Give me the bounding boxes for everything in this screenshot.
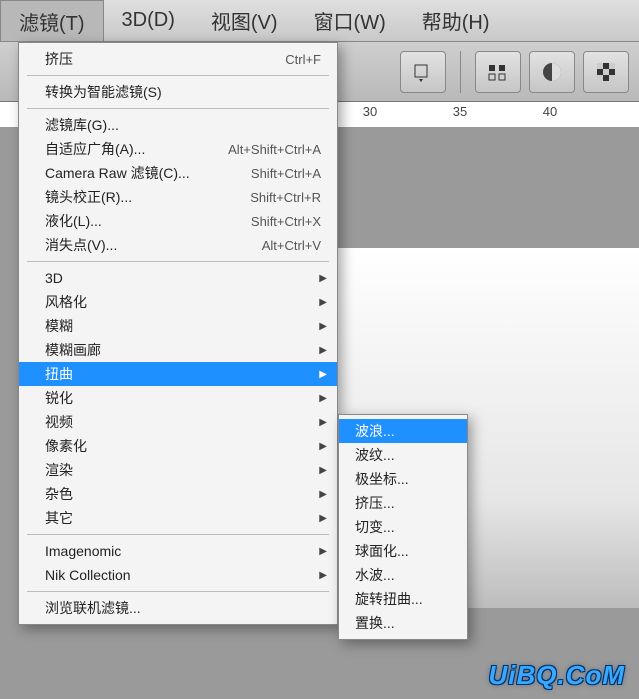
menu-3d[interactable]: 3D(D) [104,0,193,41]
menubar: 滤镜(T) 3D(D) 视图(V) 窗口(W) 帮助(H) [0,0,639,42]
toolbar-align-button[interactable] [475,51,521,93]
menu-item-vanishing-point[interactable]: 消失点(V)...Alt+Ctrl+V [19,233,337,257]
ruler-tick-label: 30 [363,104,377,119]
menu-item-liquify[interactable]: 液化(L)...Shift+Ctrl+X [19,209,337,233]
menu-item-blur[interactable]: 模糊 [19,314,337,338]
menu-item-render[interactable]: 渲染 [19,458,337,482]
mask-icon [595,61,617,83]
align-icon [487,62,509,82]
menu-item-adaptive-wide-angle[interactable]: 自适应广角(A)...Alt+Shift+Ctrl+A [19,137,337,161]
submenu-item-shear[interactable]: 切变... [339,515,467,539]
submenu-item-zigzag[interactable]: 水波... [339,563,467,587]
submenu-item-polar[interactable]: 极坐标... [339,467,467,491]
submenu-item-ripple[interactable]: 波纹... [339,443,467,467]
preset-dropdown-icon [413,62,433,82]
menu-item-camera-raw[interactable]: Camera Raw 滤镜(C)...Shift+Ctrl+A [19,161,337,185]
menu-window[interactable]: 窗口(W) [296,0,404,41]
menu-separator [27,591,329,592]
toolbar-adjustment-button[interactable] [529,51,575,93]
menu-item-sharpen[interactable]: 锐化 [19,386,337,410]
menu-item-filter-gallery[interactable]: 滤镜库(G)... [19,113,337,137]
menu-item-blur-gallery[interactable]: 模糊画廊 [19,338,337,362]
menu-help[interactable]: 帮助(H) [404,0,508,41]
menu-item-stylize[interactable]: 风格化 [19,290,337,314]
submenu-item-displace[interactable]: 置换... [339,611,467,635]
menu-item-other[interactable]: 其它 [19,506,337,530]
menu-item-noise[interactable]: 杂色 [19,482,337,506]
adjustment-icon [541,61,563,83]
menu-separator [27,261,329,262]
menu-separator [27,534,329,535]
watermark-text: UiBQ.CoM [488,660,625,691]
menu-item-imagenomic[interactable]: Imagenomic [19,539,337,563]
ruler-tick-label: 40 [543,104,557,119]
submenu-item-wave[interactable]: 波浪... [339,419,467,443]
submenu-item-pinch[interactable]: 挤压... [339,491,467,515]
menu-item-convert-smart-filter[interactable]: 转换为智能滤镜(S) [19,80,337,104]
menu-item-browse-online-filters[interactable]: 浏览联机滤镜... [19,596,337,620]
menu-item-pixelate[interactable]: 像素化 [19,434,337,458]
submenu-item-twirl[interactable]: 旋转扭曲... [339,587,467,611]
menu-separator [27,75,329,76]
toolbar-separator [460,51,461,93]
menu-separator [27,108,329,109]
menu-item-nik-collection[interactable]: Nik Collection [19,563,337,587]
menu-item-video[interactable]: 视频 [19,410,337,434]
menu-item-lens-correction[interactable]: 镜头校正(R)...Shift+Ctrl+R [19,185,337,209]
menu-filter[interactable]: 滤镜(T) [0,0,104,41]
distort-submenu: 波浪... 波纹... 极坐标... 挤压... 切变... 球面化... 水波… [338,414,468,640]
menu-item-last-filter[interactable]: 挤压 Ctrl+F [19,47,337,71]
menu-item-3d[interactable]: 3D [19,266,337,290]
menu-view[interactable]: 视图(V) [193,0,296,41]
ruler-tick-label: 35 [453,104,467,119]
toolbar-preset-button[interactable] [400,51,446,93]
toolbar-mask-button[interactable] [583,51,629,93]
submenu-item-spherize[interactable]: 球面化... [339,539,467,563]
filter-menu-dropdown: 挤压 Ctrl+F 转换为智能滤镜(S) 滤镜库(G)... 自适应广角(A).… [18,42,338,625]
menu-item-distort[interactable]: 扭曲 [19,362,337,386]
